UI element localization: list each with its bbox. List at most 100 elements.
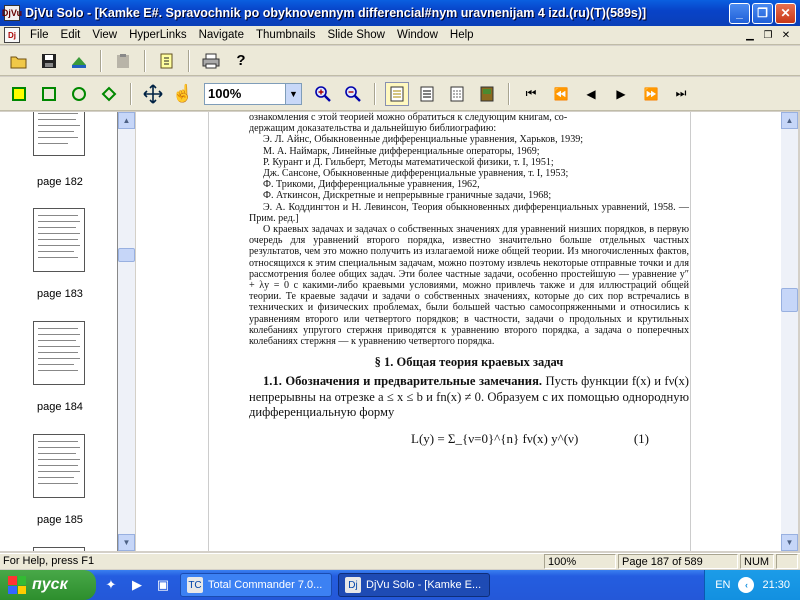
clock: 21:30: [762, 579, 790, 591]
standard-toolbar: ?: [0, 46, 800, 76]
thumbnail-page-186[interactable]: [33, 547, 85, 551]
thumbnail-pane[interactable]: page 182 page 183 page 184 page 185: [0, 112, 118, 551]
reference: Дж. Сансоне, Обыкновенные дифференциальн…: [263, 168, 569, 180]
body-paragraph: О краевых задачах и задачах о собственны…: [249, 224, 689, 348]
first-page-icon[interactable]: ⏮: [519, 82, 543, 106]
scroll-down-icon[interactable]: ▼: [118, 534, 135, 551]
child-close-button[interactable]: ✕: [780, 30, 792, 41]
zoom-in-icon[interactable]: [311, 82, 335, 106]
child-minimize-button[interactable]: ▁: [744, 30, 756, 41]
thumbnail-page-185[interactable]: [33, 434, 85, 498]
layer-background-icon[interactable]: [475, 82, 499, 106]
quicklaunch-desktop-icon[interactable]: ▣: [152, 574, 174, 596]
reference: Р. Курант и Д. Гильберт, Методы математи…: [263, 156, 554, 168]
scroll-down-icon[interactable]: ▼: [781, 534, 798, 551]
menu-thumbnails[interactable]: Thumbnails: [250, 26, 321, 45]
windows-logo-icon: [8, 576, 26, 594]
djvu-app-icon[interactable]: DjVu: [2, 5, 22, 21]
toolbar-separator: [100, 49, 102, 72]
prev-page-icon[interactable]: ◀: [579, 82, 603, 106]
hand-pan-icon[interactable]: ☝: [171, 82, 195, 106]
text-line: ознакомления с этой теорией можно обрати…: [249, 112, 568, 123]
document-icon[interactable]: Dj: [4, 27, 20, 43]
menu-window[interactable]: Window: [391, 26, 444, 45]
maximize-button[interactable]: ❐: [752, 2, 773, 24]
menu-view[interactable]: View: [86, 26, 123, 45]
status-page: Page 187 of 589: [618, 554, 738, 569]
scrollbar-thumb[interactable]: [781, 288, 798, 312]
view-toolbar: ☝ 100% ▼ ⏮ ⏪ ◀ ▶ ⏩ ⏭: [0, 77, 800, 111]
select-rect-icon[interactable]: [7, 82, 31, 106]
total-commander-icon: TC: [187, 577, 203, 593]
scroll-up-icon[interactable]: ▲: [118, 112, 135, 129]
select-rect-outline-icon[interactable]: [37, 82, 61, 106]
thumbnail-label: page 184: [37, 401, 83, 413]
minimize-button[interactable]: _: [729, 2, 750, 24]
print-icon[interactable]: [199, 49, 223, 73]
document-page: ознакомления с этой теорией можно обрати…: [208, 112, 691, 551]
thumbnail-scrollbar[interactable]: ▲ ▼: [118, 112, 135, 551]
thumbnail-label: page 185: [37, 514, 83, 526]
menu-file[interactable]: File: [24, 26, 55, 45]
start-button[interactable]: пуск: [0, 570, 96, 600]
reference: М. А. Наймарк, Линейные дифференциальные…: [263, 145, 540, 157]
menu-help[interactable]: Help: [444, 26, 480, 45]
scrollbar-thumb[interactable]: [118, 248, 135, 262]
system-tray: EN ‹ 21:30: [704, 570, 800, 600]
move-arrows-icon[interactable]: [141, 82, 165, 106]
layer-color-icon[interactable]: [385, 81, 409, 106]
layer-mask-icon[interactable]: [415, 82, 439, 106]
toolbar-separator: [374, 82, 376, 105]
document-view[interactable]: ознакомления с этой теорией можно обрати…: [136, 112, 781, 551]
task-total-commander[interactable]: TC Total Commander 7.0...: [180, 573, 332, 597]
quicklaunch-sweep-icon[interactable]: ✦: [100, 574, 122, 596]
scroll-up-icon[interactable]: ▲: [781, 112, 798, 129]
status-num: NUM: [740, 554, 774, 569]
open-folder-icon[interactable]: [7, 49, 31, 73]
taskbar: пуск ✦ ▶ ▣ TC Total Commander 7.0... Dj …: [0, 570, 800, 600]
formula-number: (1): [633, 430, 649, 446]
title-bar: DjVu DjVu Solo - [Kamke E#. Spravochnik …: [0, 0, 800, 26]
layer-foreground-icon[interactable]: [445, 82, 469, 106]
reference: Ф. Аткинсон, Дискретные и непрерывные гр…: [263, 190, 552, 202]
task-label: Total Commander 7.0...: [208, 579, 323, 591]
save-icon[interactable]: [37, 49, 61, 73]
menu-slide-show[interactable]: Slide Show: [321, 26, 391, 45]
child-restore-button[interactable]: ❐: [762, 30, 774, 41]
export-icon[interactable]: [67, 49, 91, 73]
next-10-pages-icon[interactable]: ⏩: [639, 82, 663, 106]
paste-icon[interactable]: [111, 49, 135, 73]
help-question-icon[interactable]: ?: [229, 49, 253, 73]
select-ellipse-icon[interactable]: [67, 82, 91, 106]
chevron-down-icon[interactable]: ▼: [285, 83, 301, 104]
quicklaunch-media-player-icon[interactable]: ▶: [126, 574, 148, 596]
zoom-select[interactable]: 100% ▼: [204, 82, 302, 105]
subsection-title: 1.1. Обозначения и предварительные замеч…: [263, 374, 543, 389]
select-polygon-icon[interactable]: [97, 82, 121, 106]
section-heading: § 1. Общая теория краевых задач: [374, 355, 564, 370]
last-page-icon[interactable]: ⏭: [669, 82, 693, 106]
thumbnail-page-183[interactable]: [33, 208, 85, 272]
reference: Э. А. Коддингтон и Н. Левинсон, Теория о…: [249, 201, 689, 224]
toolbar-separator: [144, 49, 146, 72]
thumbnail-page-182[interactable]: [33, 112, 85, 156]
toolbar-separator: [130, 82, 132, 105]
prev-10-pages-icon[interactable]: ⏪: [549, 82, 573, 106]
language-indicator[interactable]: EN: [715, 579, 730, 591]
zoom-out-icon[interactable]: [341, 82, 365, 106]
copy-page-icon[interactable]: [155, 49, 179, 73]
status-help: For Help, press F1: [3, 555, 95, 567]
menu-bar: Dj File Edit View HyperLinks Navigate Th…: [0, 26, 800, 45]
menu-navigate[interactable]: Navigate: [193, 26, 250, 45]
menu-edit[interactable]: Edit: [55, 26, 87, 45]
task-djvu-solo[interactable]: Dj DjVu Solo - [Kamke E...: [338, 573, 490, 597]
close-button[interactable]: ✕: [775, 2, 796, 24]
tray-expand-icon[interactable]: ‹: [738, 577, 755, 593]
next-page-icon[interactable]: ▶: [609, 82, 633, 106]
status-bar: For Help, press F1 100% Page 187 of 589 …: [0, 553, 800, 569]
thumbnail-page-184[interactable]: [33, 321, 85, 385]
document-scrollbar[interactable]: ▲ ▼: [781, 112, 798, 551]
menu-hyperlinks[interactable]: HyperLinks: [123, 26, 193, 45]
toolbar-separator: [188, 49, 190, 72]
toolbar-separator: [508, 82, 510, 105]
